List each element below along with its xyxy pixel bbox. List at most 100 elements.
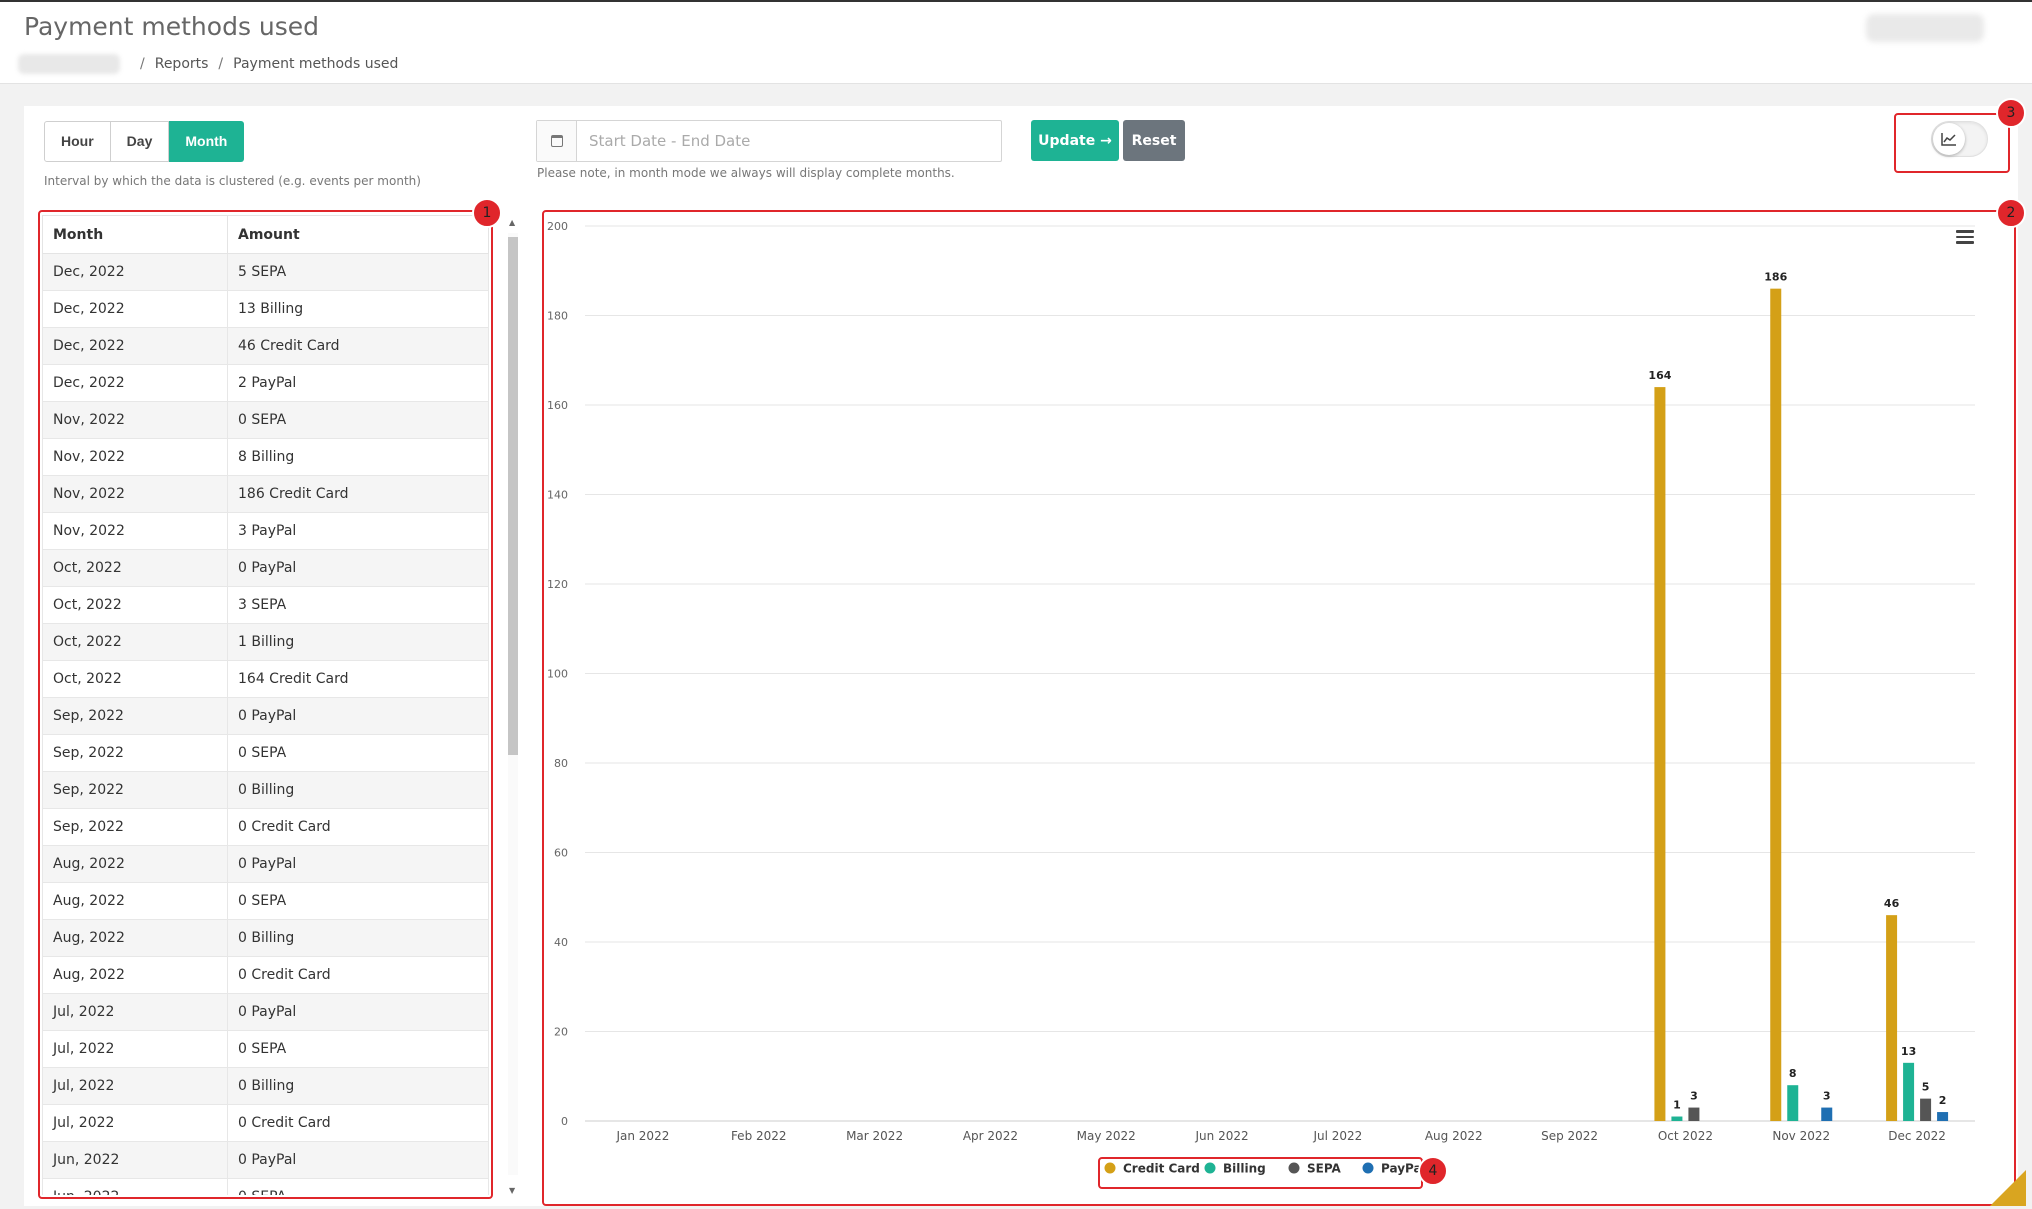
month-cell: Jul, 2022 <box>42 993 228 1031</box>
amount-cell: 3 SEPA <box>227 586 489 624</box>
amount-cell: 0 Billing <box>227 771 489 809</box>
amount-cell: 0 PayPal <box>227 845 489 883</box>
table-row: Dec, 2022 2 PayPal <box>42 364 489 402</box>
table-row: Aug, 2022 0 PayPal <box>42 845 489 883</box>
data-table-container[interactable]: Month Amount Dec, 2022 5 SEPA Dec, 2022 13 … <box>42 215 489 1195</box>
amount-cell: 13 Billing <box>227 290 489 328</box>
table-row: Oct, 2022 164 Credit Card <box>42 660 489 698</box>
table-row: Jul, 2022 0 SEPA <box>42 1030 489 1068</box>
hamburger-menu-icon[interactable] <box>1956 230 1974 244</box>
interval-hint: Interval by which the data is clustered … <box>44 174 421 188</box>
table-row: Dec, 2022 5 SEPA <box>42 253 489 291</box>
interval-hour-button[interactable]: Hour <box>44 121 111 162</box>
table-row: Jun, 20220 SEPA <box>42 1178 489 1195</box>
month-cell: Nov, 2022 <box>42 401 228 439</box>
column-header-month[interactable]: Month <box>42 215 228 254</box>
table-row: Nov, 2022 3 PayPal <box>42 512 489 550</box>
amount-cell: 0 Credit Card <box>227 808 489 846</box>
calendar-icon[interactable] <box>537 121 577 161</box>
breadcrumb: / Reports / Payment methods used <box>18 54 398 74</box>
month-cell: Dec, 2022 <box>42 364 228 402</box>
amount-cell: 0 Credit Card <box>227 956 489 994</box>
reset-button[interactable]: Reset <box>1123 120 1185 161</box>
amount-cell: 0 SEPA <box>227 882 489 920</box>
user-menu-redacted[interactable] <box>1866 14 1984 42</box>
month-cell: Aug, 2022 <box>42 956 228 994</box>
table-row: Sep, 2022 0 Billing <box>42 771 489 809</box>
scroll-down-arrow-icon[interactable]: ▼ <box>509 1186 515 1195</box>
interval-selector: Hour Day Month <box>44 121 245 162</box>
month-cell: Aug, 2022 <box>42 919 228 957</box>
breadcrumb-reports[interactable]: Reports <box>155 56 209 72</box>
table-row: Sep, 2022 0 SEPA <box>42 734 489 772</box>
month-cell: Jul, 2022 <box>42 1067 228 1105</box>
table-row: Sep, 2022 0 Credit Card <box>42 808 489 846</box>
interval-month-button[interactable]: Month <box>169 121 245 162</box>
amount-cell: 0 SEPA <box>227 401 489 439</box>
table-row: Dec, 2022 13 Billing <box>42 290 489 328</box>
annotation-badge-3: 3 <box>1996 98 2026 128</box>
annotation-badge-4: 4 <box>1418 1156 1448 1186</box>
month-cell: Jun, 2022 <box>42 1141 228 1179</box>
month-cell: Jul, 2022 <box>42 1104 228 1142</box>
chart-view-toggle[interactable] <box>1931 121 1988 157</box>
amount-cell: 186 Credit Card <box>227 475 489 513</box>
month-cell: Dec, 2022 <box>42 327 228 365</box>
table-row: Jun, 2022 0 PayPal <box>42 1141 489 1179</box>
amount-cell: 164 Credit Card <box>227 660 489 698</box>
amount-cell: 0 Credit Card <box>227 1104 489 1142</box>
data-table: Month Amount Dec, 2022 5 SEPA Dec, 2022 13 … <box>42 215 489 1195</box>
page-title: Payment methods used <box>24 12 320 41</box>
amount-cell: 0 PayPal <box>227 993 489 1031</box>
month-cell: Nov, 2022 <box>42 512 228 550</box>
table-row: Dec, 2022 46 Credit Card <box>42 327 489 365</box>
table-scrollbar[interactable]: ▲ ▼ <box>506 215 520 1195</box>
page-header: Payment methods used / Reports / Payment… <box>0 2 2032 84</box>
table-row: Nov, 2022 8 Billing <box>42 438 489 476</box>
month-cell: Jun, 2022 <box>42 1178 228 1195</box>
month-cell: Jul, 2022 <box>42 1030 228 1068</box>
amount-cell: 0 SEPA <box>227 1030 489 1068</box>
scroll-up-arrow-icon[interactable]: ▲ <box>509 218 515 227</box>
annotation-badge-2: 2 <box>1996 198 2026 228</box>
amount-cell: 2 PayPal <box>227 364 489 402</box>
amount-cell: 8 Billing <box>227 438 489 476</box>
table-row: Aug, 2022 0 SEPA <box>42 882 489 920</box>
amount-cell: 1 Billing <box>227 623 489 661</box>
table-row: Jul, 2022 0 Billing <box>42 1067 489 1105</box>
table-row: Nov, 2022 186 Credit Card <box>42 475 489 513</box>
table-row: Jul, 2022 0 Credit Card <box>42 1104 489 1142</box>
month-cell: Aug, 2022 <box>42 882 228 920</box>
table-row: Nov, 2022 0 SEPA <box>42 401 489 439</box>
month-cell: Aug, 2022 <box>42 845 228 883</box>
amount-cell: 46 Credit Card <box>227 327 489 365</box>
interval-day-button[interactable]: Day <box>110 121 170 162</box>
month-cell: Oct, 2022 <box>42 586 228 624</box>
month-cell: Dec, 2022 <box>42 253 228 291</box>
table-row: Sep, 2022 0 PayPal <box>42 697 489 735</box>
month-cell: Sep, 2022 <box>42 808 228 846</box>
breadcrumb-home-redacted[interactable] <box>18 54 120 74</box>
amount-cell: 5 SEPA <box>227 253 489 291</box>
breadcrumb-current: Payment methods used <box>233 56 399 72</box>
table-row: Oct, 2022 1 Billing <box>42 623 489 661</box>
month-cell: Oct, 2022 <box>42 660 228 698</box>
table-row: Aug, 2022 0 Credit Card <box>42 956 489 994</box>
scrollbar-thumb[interactable] <box>508 237 518 755</box>
month-cell: Oct, 2022 <box>42 549 228 587</box>
amount-cell: 0 PayPal <box>227 549 489 587</box>
month-cell: Nov, 2022 <box>42 438 228 476</box>
amount-cell: 0 SEPA <box>227 1178 489 1195</box>
amount-cell: 0 PayPal <box>227 697 489 735</box>
amount-cell: 3 PayPal <box>227 512 489 550</box>
annotation-badge-1: 1 <box>472 198 502 228</box>
date-hint: Please note, in month mode we always wil… <box>537 166 955 180</box>
resize-corner <box>1990 1170 2026 1206</box>
column-header-amount[interactable]: Amount <box>227 215 489 254</box>
month-cell: Dec, 2022 <box>42 290 228 328</box>
date-range-input[interactable] <box>577 121 997 161</box>
chart-line-icon <box>1933 123 1965 155</box>
amount-cell: 0 PayPal <box>227 1141 489 1179</box>
update-button[interactable]: Update → <box>1031 120 1119 161</box>
amount-cell: 0 Billing <box>227 1067 489 1105</box>
